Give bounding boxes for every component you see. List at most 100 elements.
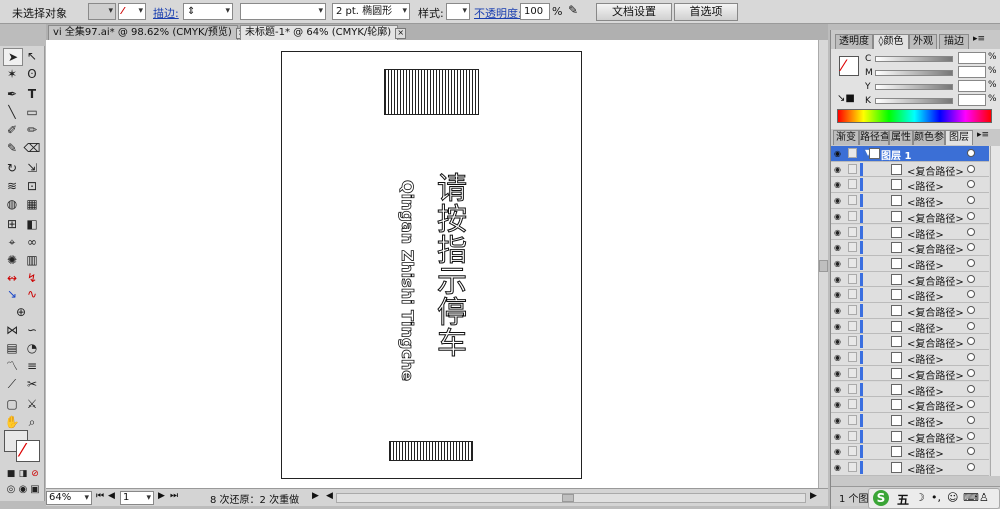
recolor-icon[interactable]: ✎	[568, 3, 578, 17]
eye-icon[interactable]: ◉	[834, 149, 841, 158]
target-icon[interactable]	[967, 258, 975, 267]
target-icon[interactable]	[967, 400, 975, 409]
lock-toggle[interactable]	[848, 336, 857, 347]
punctuation-icon[interactable]: •,	[931, 491, 941, 504]
smooth-tool-icon[interactable]: ∿	[23, 286, 41, 302]
fill-swatch[interactable]	[88, 3, 116, 20]
target-icon[interactable]	[967, 431, 975, 440]
eye-icon[interactable]: ◉	[834, 416, 841, 425]
channel-m-input[interactable]	[958, 66, 986, 78]
layer-item-label[interactable]: <路径>	[907, 320, 944, 335]
zoom-tool-icon[interactable]: ⌕	[23, 414, 41, 430]
grid-tool-icon[interactable]: ▤	[3, 340, 21, 356]
eye-icon[interactable]: ◉	[834, 259, 841, 268]
type-tool-icon[interactable]: T	[23, 86, 41, 102]
target-icon[interactable]	[967, 180, 975, 189]
last-page-icon[interactable]: ⏭	[170, 491, 178, 501]
lock-toggle[interactable]	[848, 446, 857, 457]
eye-icon[interactable]: ◉	[834, 432, 841, 441]
layer-item-label[interactable]: <复合路径>	[907, 304, 964, 319]
eye-icon[interactable]: ◉	[834, 243, 841, 252]
gradient-tool-icon[interactable]: ◧	[23, 216, 41, 232]
layer-item-label[interactable]: <路径>	[907, 351, 944, 366]
stroke-swatch[interactable]: ⁄	[118, 3, 146, 20]
target-icon[interactable]	[967, 227, 975, 236]
eye-icon[interactable]: ◉	[834, 385, 841, 394]
layer-item-row[interactable]: ◉ <复合路径>	[831, 271, 989, 288]
first-page-icon[interactable]: ⏮	[96, 491, 104, 501]
lock-toggle[interactable]	[848, 210, 857, 221]
layers-menu-icon[interactable]: ▸≡	[977, 130, 989, 140]
horizontal-scrollbar[interactable]	[336, 493, 806, 503]
scroll-left-icon[interactable]: ◀	[326, 491, 333, 501]
layer-item-label[interactable]: <复合路径>	[907, 163, 964, 178]
target-icon[interactable]	[967, 337, 975, 346]
measure-icon[interactable]: ⟋	[3, 376, 21, 392]
channel-k-input[interactable]	[958, 94, 986, 106]
eye-icon[interactable]: ◉	[834, 400, 841, 409]
selection-tool-icon[interactable]: ➤	[3, 48, 23, 66]
layer-item-row[interactable]: ◉ <路径>	[831, 224, 989, 241]
layer-item-label[interactable]: <路径>	[907, 178, 944, 193]
layer-item-label[interactable]: <复合路径>	[907, 273, 964, 288]
black-swatch-icon[interactable]: ↘■	[837, 93, 855, 104]
lock-toggle[interactable]	[848, 179, 857, 190]
layer-item-row[interactable]: ◉ <复合路径>	[831, 334, 989, 350]
doc-setup-button[interactable]: 文档设置	[596, 3, 672, 21]
layer-item-row[interactable]: ◉ <复合路径>	[831, 161, 989, 178]
artboard[interactable]: 请按指示停车 Qingan Zhishi Tingche	[281, 51, 582, 479]
eye-icon[interactable]: ◉	[834, 228, 841, 237]
tab-layers[interactable]: 图层	[945, 130, 973, 145]
close-icon[interactable]: ×	[395, 28, 407, 39]
color-spectrum[interactable]	[837, 109, 992, 123]
stroke-link[interactable]: 描边:	[153, 5, 179, 21]
wave-tool-icon[interactable]: ∽	[23, 322, 41, 338]
slice-tool-icon[interactable]: ⋈	[3, 322, 21, 338]
layer-item-label[interactable]: <路径>	[907, 445, 944, 460]
perspective-grid-icon[interactable]: ▦	[23, 196, 41, 212]
pencil-icon[interactable]: ✏	[23, 122, 41, 138]
sogou-logo-icon[interactable]: S	[873, 490, 889, 506]
scroll-thumb[interactable]	[819, 260, 828, 272]
keyboard-icon[interactable]: ⌨	[963, 491, 979, 504]
channel-c-input[interactable]	[958, 52, 986, 64]
status-menu-arrow-icon[interactable]: ▶	[312, 491, 319, 501]
width-tool-icon[interactable]: ↭	[3, 270, 21, 286]
opacity-input[interactable]: 100	[520, 3, 550, 20]
line-tool-icon[interactable]: ╲	[3, 104, 21, 120]
eye-icon[interactable]: ◉	[834, 212, 841, 221]
lock-toggle[interactable]	[848, 383, 857, 394]
target-icon[interactable]	[967, 274, 975, 283]
layer-item-label[interactable]: <复合路径>	[907, 241, 964, 256]
layer-item-label[interactable]: <复合路径>	[907, 430, 964, 445]
stroke-weight-dropdown[interactable]: ⇕	[183, 3, 233, 20]
zoom-dropdown[interactable]: 64%	[46, 491, 92, 505]
vertical-scrollbar[interactable]	[818, 40, 828, 488]
lock-toggle[interactable]	[848, 430, 857, 441]
layer-item-row[interactable]: ◉ <复合路径>	[831, 208, 989, 225]
direct-selection-tool-icon[interactable]: ↖	[23, 48, 41, 64]
layer-item-row[interactable]: ◉ <复合路径>	[831, 365, 989, 382]
lock-toggle[interactable]	[848, 414, 857, 425]
color-stroke-proxy[interactable]: ⁄	[839, 56, 859, 76]
preferences-button[interactable]: 首选项	[674, 3, 738, 21]
target-icon[interactable]	[967, 463, 975, 471]
lock-toggle[interactable]	[848, 289, 857, 300]
tab-attributes[interactable]: 属性	[889, 130, 913, 145]
target-icon[interactable]	[967, 196, 975, 205]
symbol-sprayer-icon[interactable]: ✺	[3, 252, 21, 268]
lock-toggle[interactable]	[848, 320, 857, 331]
tab-vi-collection[interactable]: vi 全集97.ai* @ 98.62% (CMYK/预览)×	[48, 25, 247, 40]
tab-pathfinder[interactable]: 路径查	[859, 130, 889, 145]
eye-icon[interactable]: ◉	[834, 337, 841, 346]
layer-item-row[interactable]: ◉ <路径>	[831, 350, 989, 366]
free-transform-icon[interactable]: ⊡	[23, 178, 41, 194]
rectangle-tool-icon[interactable]: ▭	[23, 104, 41, 120]
layer-item-row[interactable]: ◉ <路径>	[831, 460, 989, 476]
moon-icon[interactable]: ☽	[915, 491, 925, 504]
lock-toggle[interactable]	[848, 257, 857, 268]
page-dropdown[interactable]: 1	[120, 491, 154, 505]
layer-item-row[interactable]: ◉ <路径>	[831, 177, 989, 193]
eye-icon[interactable]: ◉	[834, 447, 841, 456]
layer-name[interactable]: 图层 1	[881, 147, 911, 162]
